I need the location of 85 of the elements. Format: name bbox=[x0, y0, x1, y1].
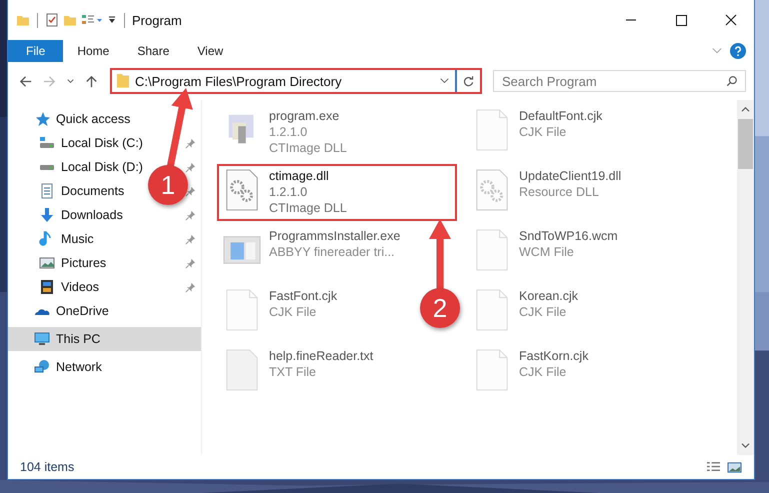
nav-item[interactable]: Local Disk (C:) bbox=[8, 131, 148, 155]
file-detail: CTImage DLL bbox=[269, 140, 347, 156]
address-bar[interactable]: C:\Program Files\Program Directory bbox=[110, 68, 482, 94]
file-detail: CTImage DLL bbox=[269, 200, 347, 216]
file-detail: 1.2.1.0 bbox=[269, 124, 308, 140]
back-icon[interactable] bbox=[18, 74, 33, 88]
properties-icon[interactable] bbox=[45, 13, 59, 27]
file-name: Korean.cjk bbox=[519, 288, 578, 304]
ribbon-tab[interactable]: Share bbox=[123, 40, 184, 62]
nav-item[interactable]: Network bbox=[8, 355, 201, 379]
nav-item[interactable]: Local Disk (D:) bbox=[8, 155, 148, 179]
file-name: ProgrammsInstaller.exe bbox=[269, 228, 400, 244]
file-item[interactable]: help.fineReader.txt TXT File bbox=[217, 344, 380, 401]
item-count: 104 items bbox=[20, 460, 74, 474]
file-detail: Resource DLL bbox=[519, 184, 600, 200]
file-item[interactable]: UpdateClient19.dll Resource DLL bbox=[467, 164, 628, 221]
scrollbar[interactable] bbox=[737, 100, 754, 455]
search-field[interactable]: Search Program bbox=[493, 70, 746, 92]
file-detail: CJK File bbox=[269, 304, 318, 320]
file-detail: CJK File bbox=[519, 304, 568, 320]
view-options-icon[interactable] bbox=[81, 13, 103, 27]
help-icon[interactable] bbox=[730, 43, 746, 59]
file-name: program.exe bbox=[269, 108, 340, 124]
folder-icon bbox=[116, 73, 130, 89]
file-name: FastFont.cjk bbox=[269, 288, 338, 304]
customize-toolbar-icon[interactable] bbox=[107, 15, 117, 25]
scroll-down-icon[interactable] bbox=[741, 442, 750, 449]
pin-icon[interactable] bbox=[185, 210, 196, 220]
file-detail: CJK File bbox=[519, 364, 568, 380]
nav-item[interactable]: Videos bbox=[8, 275, 104, 299]
image-icon bbox=[39, 255, 55, 271]
nav-item[interactable]: This PC bbox=[8, 327, 201, 351]
file-item[interactable]: program.exe 1.2.1.0 CTImage DLL bbox=[217, 104, 353, 161]
file-item[interactable]: FastKorn.cjk CJK File bbox=[467, 344, 594, 401]
file-detail: ABBYY finereader tri... bbox=[269, 244, 396, 260]
file-name: ctimage.dll bbox=[269, 168, 330, 184]
file-name: DefaultFont.cjk bbox=[519, 108, 602, 124]
file-item[interactable]: Korean.cjk CJK File bbox=[467, 284, 584, 341]
details-view-icon[interactable] bbox=[706, 460, 721, 474]
nav-item[interactable]: OneDrive bbox=[8, 299, 201, 323]
scrollbar-thumb[interactable] bbox=[738, 119, 753, 169]
file-detail: CJK File bbox=[519, 124, 568, 140]
download-icon bbox=[39, 207, 55, 223]
refresh-icon[interactable] bbox=[462, 74, 475, 88]
ribbon-tab[interactable]: File bbox=[8, 40, 64, 62]
large-icons-view-icon[interactable] bbox=[727, 460, 742, 474]
document-icon bbox=[39, 183, 55, 199]
monitor-icon bbox=[34, 331, 50, 347]
search-icon[interactable] bbox=[726, 75, 738, 87]
file-name: FastKorn.cjk bbox=[519, 348, 588, 364]
pin-icon[interactable] bbox=[185, 234, 196, 244]
file-item[interactable]: DefaultFont.cjk CJK File bbox=[467, 104, 608, 161]
nav-item[interactable]: Quick access bbox=[8, 107, 201, 131]
nav-item[interactable]: Music bbox=[8, 227, 99, 251]
file-detail: 1.2.1.0 bbox=[269, 184, 308, 200]
ribbon-tab[interactable]: Home bbox=[63, 40, 124, 62]
window-title: Program bbox=[132, 12, 182, 28]
film-icon bbox=[39, 279, 55, 295]
star-icon bbox=[34, 111, 50, 127]
ribbon-tab[interactable]: View bbox=[183, 40, 238, 62]
file-item[interactable]: ProgrammsInstaller.exe ABBYY finereader tri... bbox=[217, 224, 406, 281]
file-name: UpdateClient19.dll bbox=[519, 168, 622, 184]
file-name: SndToWP16.wcm bbox=[519, 228, 618, 244]
drive-icon bbox=[39, 135, 55, 151]
pin-icon[interactable] bbox=[185, 186, 196, 196]
file-item[interactable]: FastFont.cjk CJK File bbox=[217, 284, 344, 341]
network-icon bbox=[34, 359, 50, 375]
recent-locations-icon[interactable] bbox=[66, 76, 75, 86]
file-detail: WCM File bbox=[519, 244, 575, 260]
file-name: help.fineReader.txt bbox=[269, 348, 374, 364]
pin-icon[interactable] bbox=[185, 258, 196, 268]
drive-icon bbox=[40, 164, 54, 170]
pin-icon[interactable] bbox=[185, 162, 196, 172]
pin-icon[interactable] bbox=[185, 282, 196, 292]
up-icon[interactable] bbox=[84, 74, 99, 88]
scroll-up-icon[interactable] bbox=[741, 106, 750, 113]
file-detail: TXT File bbox=[269, 364, 317, 380]
nav-item[interactable]: Pictures bbox=[8, 251, 112, 275]
file-item[interactable]: SndToWP16.wcm WCM File bbox=[467, 224, 624, 281]
nav-item[interactable]: Downloads bbox=[8, 203, 128, 227]
annotation-arrow bbox=[429, 219, 451, 290]
pin-icon[interactable] bbox=[185, 138, 196, 148]
nav-item[interactable]: Documents bbox=[8, 179, 130, 203]
file-item[interactable]: ctimage.dll 1.2.1.0 CTImage DLL bbox=[217, 164, 457, 221]
chevron-down-icon[interactable] bbox=[440, 78, 449, 84]
